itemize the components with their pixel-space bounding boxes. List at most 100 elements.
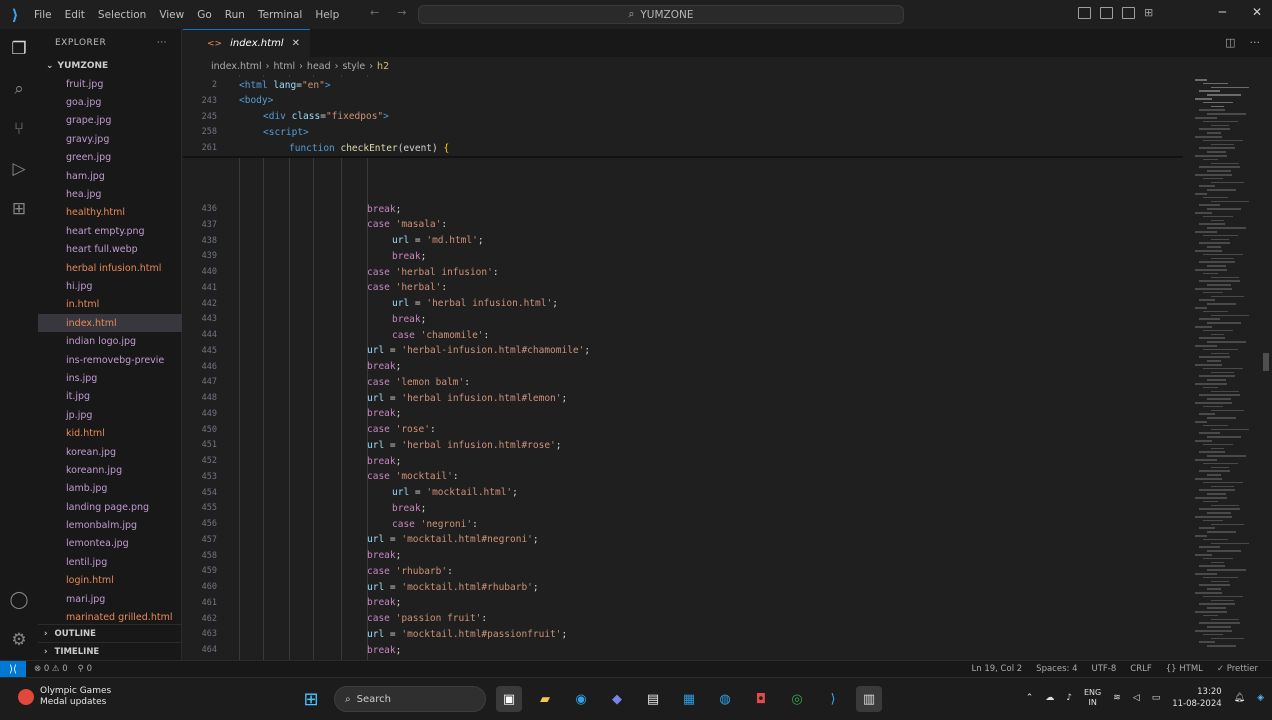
file-item[interactable]: grape.jpg bbox=[38, 112, 182, 130]
workspace-root[interactable]: ⌄ YUMZONE bbox=[38, 57, 181, 75]
menu-item-view[interactable]: View bbox=[155, 9, 193, 21]
status-item[interactable]: UTF-8 bbox=[1091, 664, 1116, 674]
tab-index-html[interactable]: <> index.html ✕ bbox=[183, 29, 310, 57]
timeline-section[interactable]: › TIMELINE bbox=[38, 642, 182, 660]
close-tab-icon[interactable]: ✕ bbox=[292, 38, 300, 49]
file-item[interactable]: mari.jpg bbox=[38, 590, 182, 608]
file-item[interactable]: login.html bbox=[38, 572, 182, 590]
breadcrumb-item[interactable]: style bbox=[342, 61, 365, 72]
status-item[interactable]: Ln 19, Col 2 bbox=[972, 664, 1023, 674]
status-item[interactable]: {} HTML bbox=[1166, 664, 1203, 674]
file-item[interactable]: healthy.html bbox=[38, 204, 182, 222]
start-button-windows-icon[interactable]: ⊞ bbox=[298, 686, 324, 712]
file-explorer-icon[interactable]: ▰ bbox=[532, 686, 558, 712]
back-arrow-icon[interactable]: ← bbox=[370, 6, 379, 19]
file-item[interactable]: kid.html bbox=[38, 424, 182, 442]
minimize-icon[interactable]: ─ bbox=[1219, 5, 1226, 19]
vscode-taskbar-icon[interactable]: ⟩ bbox=[820, 686, 846, 712]
close-window-icon[interactable]: ✕ bbox=[1252, 5, 1262, 19]
microphone-icon[interactable]: ♪ bbox=[1066, 693, 1072, 703]
toggle-sidebar-icon[interactable] bbox=[1078, 7, 1091, 19]
show-hidden-icons-icon[interactable]: ⌃ bbox=[1026, 693, 1034, 703]
file-item[interactable]: in.html bbox=[38, 296, 182, 314]
search-view-icon[interactable]: ⌕ bbox=[8, 78, 30, 100]
file-item[interactable]: koreann.jpg bbox=[38, 461, 182, 479]
teams-icon[interactable]: ◆ bbox=[604, 686, 630, 712]
app-red-icon[interactable]: ◘ bbox=[748, 686, 774, 712]
file-item[interactable]: lemonbalm.jpg bbox=[38, 516, 182, 534]
breadcrumb-item[interactable]: index.html bbox=[211, 61, 262, 72]
store-icon[interactable]: ▤ bbox=[640, 686, 666, 712]
status-item[interactable]: ✓ Prettier bbox=[1217, 664, 1258, 674]
file-item[interactable]: ins.jpg bbox=[38, 369, 182, 387]
copilot-icon[interactable]: ◈ bbox=[1257, 693, 1264, 703]
source-control-icon[interactable]: ⑂ bbox=[8, 118, 30, 140]
menu-item-help[interactable]: Help bbox=[311, 9, 348, 21]
file-item[interactable]: herbal infusion.html bbox=[38, 259, 182, 277]
account-icon[interactable]: ◯ bbox=[8, 589, 30, 611]
breadcrumb-item[interactable]: h2 bbox=[377, 61, 389, 72]
run-debug-icon[interactable]: ▷ bbox=[8, 158, 30, 180]
explorer-icon[interactable]: ❐ bbox=[8, 38, 30, 60]
command-center-search[interactable]: ⌕ YUMZONE bbox=[418, 5, 904, 24]
file-item[interactable]: lentil.jpg bbox=[38, 553, 182, 571]
menu-item-go[interactable]: Go bbox=[193, 9, 221, 21]
file-item[interactable]: heart empty.png bbox=[38, 222, 182, 240]
more-actions-icon[interactable]: ··· bbox=[1250, 36, 1261, 49]
file-item[interactable]: heart full.webp bbox=[38, 241, 182, 259]
forward-arrow-icon[interactable]: → bbox=[397, 6, 406, 19]
code-editor[interactable]: 436 break; 437 case 'masala': 438 url = 'md.h… bbox=[183, 75, 1203, 660]
file-item[interactable]: lamb.jpg bbox=[38, 480, 182, 498]
vertical-scrollbar[interactable] bbox=[1261, 75, 1272, 660]
taskbar-search[interactable]: ⌕ Search bbox=[334, 686, 486, 712]
browser-icon[interactable]: ◍ bbox=[712, 686, 738, 712]
file-item[interactable]: fruit.jpg bbox=[38, 75, 182, 93]
file-item[interactable]: index.html bbox=[38, 314, 182, 333]
chrome-icon[interactable]: ◎ bbox=[784, 686, 810, 712]
status-item[interactable]: ⚲ 0 bbox=[78, 664, 92, 674]
more-actions-icon[interactable]: ··· bbox=[157, 38, 167, 48]
status-item[interactable]: CRLF bbox=[1130, 664, 1151, 674]
split-editor-icon[interactable]: ◫ bbox=[1225, 36, 1235, 49]
file-item[interactable]: it.jpg bbox=[38, 388, 182, 406]
file-item[interactable]: hi.jpg bbox=[38, 277, 182, 295]
file-item[interactable]: ham.jpg bbox=[38, 167, 182, 185]
toggle-panel-icon[interactable] bbox=[1100, 7, 1113, 19]
file-item[interactable]: hea.jpg bbox=[38, 185, 182, 203]
status-item[interactable]: Spaces: 4 bbox=[1036, 664, 1077, 674]
task-view-icon[interactable]: ▣ bbox=[496, 686, 522, 712]
file-item[interactable]: green.jpg bbox=[38, 149, 182, 167]
scrollbar-thumb[interactable] bbox=[1263, 353, 1269, 371]
file-item[interactable]: jp.jpg bbox=[38, 406, 182, 424]
file-item[interactable]: indian logo.jpg bbox=[38, 332, 182, 350]
menu-item-file[interactable]: File bbox=[30, 9, 61, 21]
outline-section[interactable]: › OUTLINE bbox=[38, 624, 182, 642]
toggle-secondary-sidebar-icon[interactable] bbox=[1122, 7, 1135, 19]
file-item[interactable]: landing page.png bbox=[38, 498, 182, 516]
cloud-icon[interactable]: ☁ bbox=[1045, 693, 1054, 703]
notification-bell-icon[interactable]: 🔔︎ bbox=[1234, 693, 1245, 703]
edge-browser-icon[interactable]: ◉ bbox=[568, 686, 594, 712]
file-item[interactable]: korean.jpg bbox=[38, 443, 182, 461]
menu-item-edit[interactable]: Edit bbox=[61, 9, 94, 21]
volume-icon[interactable]: ◁ bbox=[1133, 693, 1140, 703]
minimap[interactable] bbox=[1191, 75, 1263, 660]
active-app-icon[interactable]: ▥ bbox=[856, 686, 882, 712]
clock[interactable]: 13:20 11-08-2024 bbox=[1172, 686, 1221, 710]
menu-item-selection[interactable]: Selection bbox=[94, 9, 155, 21]
status-item[interactable]: ⊗ 0 ⚠ 0 bbox=[34, 664, 68, 674]
breadcrumb-item[interactable]: html bbox=[273, 61, 295, 72]
app-icon[interactable]: ▦ bbox=[676, 686, 702, 712]
customize-layout-icon[interactable]: ⊞ bbox=[1144, 7, 1157, 19]
language-indicator[interactable]: ENG IN bbox=[1084, 688, 1101, 708]
menu-item-run[interactable]: Run bbox=[221, 9, 254, 21]
file-item[interactable]: gravy.jpg bbox=[38, 130, 182, 148]
file-item[interactable]: ins-removebg-previe bbox=[38, 351, 182, 369]
file-item[interactable]: goa.jpg bbox=[38, 93, 182, 111]
wifi-icon[interactable]: ≋ bbox=[1113, 693, 1121, 703]
extensions-icon[interactable]: ⊞ bbox=[8, 198, 30, 220]
breadcrumb-item[interactable]: head bbox=[307, 61, 331, 72]
battery-icon[interactable]: ▭ bbox=[1152, 693, 1161, 703]
menu-item-terminal[interactable]: Terminal bbox=[254, 9, 311, 21]
file-item[interactable]: lemontea.jpg bbox=[38, 535, 182, 553]
